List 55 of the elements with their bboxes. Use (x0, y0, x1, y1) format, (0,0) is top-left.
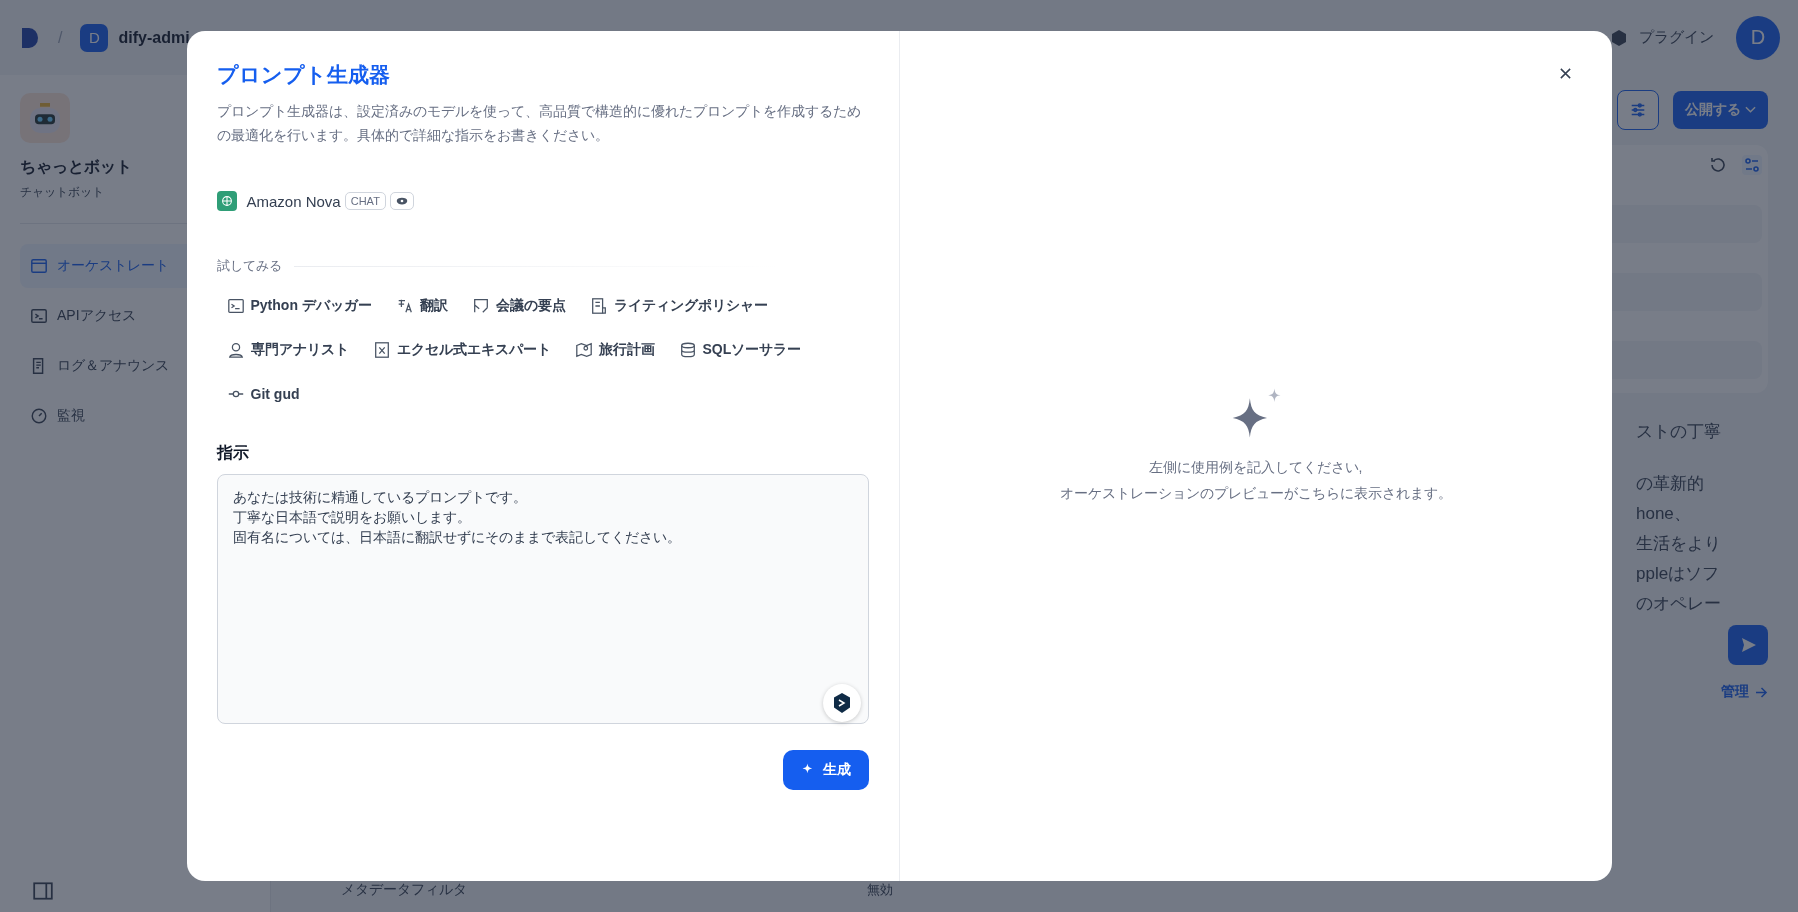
dialog-description: プロンプト生成器は、設定済みのモデルを使って、高品質で構造的に優れたプロンプトを作成するための最適化を行います。具体的で詳細な指示をお書きください。 (216, 102, 862, 145)
example-chip[interactable]: Python デバッガー (226, 297, 372, 315)
cube-icon[interactable] (1609, 27, 1629, 48)
generate-button[interactable]: 生成 (782, 750, 869, 790)
example-chip[interactable]: SQLソーサラー (678, 341, 802, 359)
document-icon (589, 297, 608, 315)
instruction-label: 指示 (216, 443, 250, 463)
instruction-field[interactable]: あなたは技術に精通しているプロンプトです。 丁寧な日本語で説明をお願いします。 固有名については、日本語に翻訳せずにそのままで表記してください。 (216, 474, 869, 724)
dialog-title: プロンプト生成器 (216, 62, 391, 88)
arrow-right-icon (1755, 686, 1768, 698)
sliders-icon (1629, 101, 1647, 119)
example-chip[interactable]: 会議の要点 (471, 297, 566, 315)
hexagon-icon (831, 692, 852, 714)
plugins-link[interactable]: プラグイン (1639, 28, 1714, 47)
chat-message-text: のオペレー (1636, 593, 1722, 615)
app-type: チャットボット (20, 184, 104, 201)
chat-message-text: 生活をより (1636, 533, 1722, 555)
sidebar-toggle-icon[interactable] (32, 880, 54, 902)
app-name: ちゃっとボット (20, 157, 132, 177)
workspace-name[interactable]: dify-admi (118, 28, 190, 47)
metadata-filter-label: メタデータフィルタ (341, 881, 467, 899)
window-icon (30, 257, 48, 275)
example-chip[interactable]: 翻訳 (395, 297, 448, 315)
breadcrumb-separator: / (58, 28, 63, 47)
example-chip[interactable]: エクセル式エキスパート (372, 341, 551, 359)
close-icon[interactable] (1558, 67, 1572, 80)
example-chip[interactable]: 専門アナリスト (226, 341, 349, 359)
brain-icon (216, 191, 237, 211)
chat-message-text: hone、 (1636, 503, 1692, 525)
settings-button[interactable] (1617, 90, 1659, 130)
terminal-icon (30, 307, 48, 325)
chevron-down-icon (1745, 106, 1756, 114)
metadata-filter-select[interactable]: 無効 (867, 881, 893, 899)
chat-message-text: ppleはソフ (1636, 563, 1721, 585)
refresh-icon[interactable] (1708, 155, 1728, 175)
example-chip[interactable]: ライティングポリシャー (589, 297, 768, 315)
gauge-icon (30, 407, 48, 425)
example-chip[interactable]: Git gud (226, 385, 300, 403)
database-icon (678, 341, 697, 359)
settings-icon[interactable] (1742, 155, 1762, 175)
example-chip[interactable]: 旅行計画 (574, 341, 655, 359)
spreadsheet-icon (372, 341, 391, 359)
preview-placeholder-text: 左側に使用例を記入してください, (1148, 458, 1363, 477)
eye-icon (389, 192, 414, 210)
chat-message-text: ストの丁寧 (1636, 421, 1722, 443)
map-pin-icon (574, 341, 593, 359)
send-button[interactable] (1728, 625, 1768, 665)
chat-message-text: の革新的 (1636, 473, 1705, 495)
model-name[interactable]: Amazon Nova (246, 192, 341, 210)
person-icon (226, 341, 245, 359)
preview-placeholder-text: オーケストレーションのプレビューがこちらに表示されます。 (1059, 484, 1452, 503)
model-mode-badge: CHAT (344, 192, 386, 210)
robot-icon (30, 103, 60, 133)
meeting-icon (471, 297, 490, 315)
terminal-icon (226, 297, 245, 315)
